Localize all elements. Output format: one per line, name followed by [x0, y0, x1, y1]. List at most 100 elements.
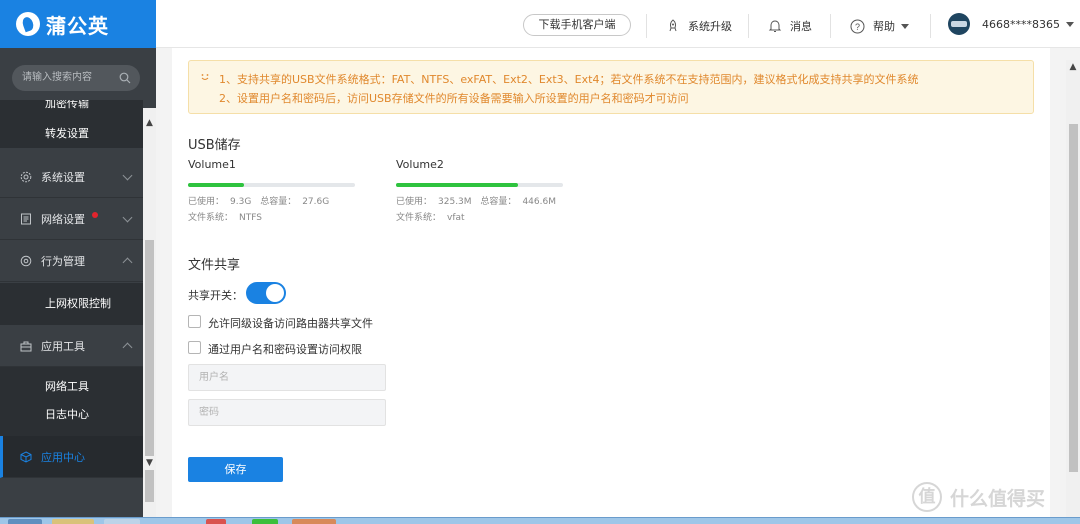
- help-label: 帮助: [873, 20, 895, 33]
- toolbox-icon: [20, 341, 32, 351]
- account-menu[interactable]: 4668****8365: [948, 13, 1074, 35]
- notification-dot: [92, 212, 98, 218]
- share-toggle[interactable]: [246, 282, 286, 304]
- cube-icon: [20, 450, 32, 463]
- chevron-up-icon: [122, 257, 133, 268]
- sidebar: 请输入搜索内容 加密传输 转发设置 系统设置 网络设置 行为管理 上网权限控制 …: [0, 48, 156, 517]
- chevron-down-icon: [122, 170, 133, 181]
- sidebar-item-label: 应用工具: [41, 339, 85, 353]
- svg-text:?: ?: [855, 22, 860, 32]
- messages-label: 消息: [790, 20, 812, 33]
- header-divider: [646, 14, 647, 38]
- help-menu[interactable]: ? 帮助: [850, 17, 909, 35]
- total-label: 总容量：: [480, 197, 517, 207]
- taskbar-app[interactable]: [104, 519, 140, 524]
- sidebar-item-forwarding[interactable]: 转发设置: [0, 120, 143, 148]
- volume-usage-bar: [188, 183, 355, 187]
- chevron-down-icon: [122, 212, 133, 223]
- watermark-text: 什么值得买: [950, 487, 1046, 510]
- gear-icon: [20, 171, 32, 182]
- sidebar-item-label: 转发设置: [45, 127, 89, 140]
- content-scrollbar-thumb[interactable]: [1069, 124, 1078, 472]
- usb-share-panel: 1、支持共享的USB文件系统格式：FAT、NTFS、exFAT、Ext2、Ext…: [172, 48, 1050, 517]
- logo[interactable]: 蒲公英: [0, 0, 156, 48]
- smile-icon: [201, 74, 209, 80]
- bell-icon: [768, 20, 782, 32]
- password-field[interactable]: 密码: [188, 399, 386, 426]
- taskbar-app[interactable]: [292, 519, 336, 524]
- sidebar-item-label: 日志中心: [45, 408, 89, 421]
- fs-label: 文件系统：: [396, 213, 442, 223]
- toggle-knob: [266, 284, 284, 302]
- sidebar-item-label: 系统设置: [41, 170, 85, 184]
- watermark: 值 什么值得买: [912, 482, 1045, 512]
- sidebar-item-app-tools[interactable]: 应用工具: [0, 325, 143, 367]
- sidebar-item-app-center[interactable]: 应用中心: [0, 436, 143, 478]
- sidebar-item-label: 行为管理: [41, 254, 85, 268]
- password-placeholder: 密码: [199, 407, 219, 418]
- password-access-checkbox[interactable]: [188, 341, 201, 354]
- target-icon: [20, 255, 32, 266]
- logo-text: 蒲公英: [46, 13, 109, 38]
- sidebar-item-access-control[interactable]: 上网权限控制: [0, 283, 143, 325]
- download-app-button[interactable]: 下载手机客户端: [523, 14, 631, 36]
- messages-button[interactable]: 消息: [768, 17, 812, 35]
- dandelion-logo-icon: [16, 12, 40, 36]
- sidebar-item-label: 应用中心: [41, 450, 85, 464]
- header-divider: [748, 14, 749, 38]
- top-header: 蒲公英 下载手机客户端 系统升级 消息 ? 帮助 4668****8365: [0, 0, 1080, 48]
- file-share-title: 文件共享: [188, 258, 241, 273]
- volume-usage-text: 已使用： 325.3M 总容量： 446.6M: [396, 194, 562, 207]
- sidebar-item-label: 网络工具: [45, 380, 89, 393]
- sidebar-item-network-tools[interactable]: 网络工具: [0, 373, 143, 401]
- fs-label: 文件系统：: [188, 213, 234, 223]
- scroll-up-icon[interactable]: ▲: [143, 116, 156, 130]
- sidebar-item-encryption[interactable]: 加密传输: [0, 100, 143, 120]
- used-value: 325.3M: [438, 197, 472, 207]
- sidebar-search-input[interactable]: 请输入搜索内容: [12, 65, 140, 91]
- system-upgrade-button[interactable]: 系统升级: [666, 17, 732, 35]
- sidebar-item-network-settings[interactable]: 网络设置: [0, 198, 143, 240]
- total-label: 总容量：: [260, 197, 297, 207]
- used-label: 已使用：: [396, 197, 433, 207]
- os-taskbar: [0, 517, 1080, 524]
- main-content: 1、支持共享的USB文件系统格式：FAT、NTFS、exFAT、Ext2、Ext…: [156, 48, 1080, 517]
- volume-fs-text: 文件系统： NTFS: [188, 210, 268, 223]
- usb-storage-title: USB储存: [188, 138, 241, 153]
- search-icon[interactable]: [119, 72, 131, 84]
- allow-peer-access-label: 允许同级设备访问路由器共享文件: [208, 317, 373, 330]
- sidebar-item-behavior-management[interactable]: 行为管理: [0, 240, 143, 282]
- search-placeholder: 请输入搜索内容: [22, 72, 92, 83]
- start-button[interactable]: [8, 519, 42, 524]
- volume-name: Volume2: [396, 158, 444, 171]
- notice-banner: 1、支持共享的USB文件系统格式：FAT、NTFS、exFAT、Ext2、Ext…: [188, 60, 1034, 114]
- sidebar-item-system-settings[interactable]: 系统设置: [0, 156, 143, 198]
- volume-usage-fill: [396, 183, 518, 187]
- volume-usage-bar: [396, 183, 563, 187]
- document-icon: [21, 213, 31, 224]
- share-toggle-label: 共享开关：: [188, 289, 243, 302]
- account-label: 4668****8365: [982, 17, 1060, 31]
- taskbar-app[interactable]: [52, 519, 94, 524]
- header-divider: [930, 14, 931, 38]
- sidebar-item-label: 加密传输: [45, 100, 89, 110]
- scroll-up-icon[interactable]: ▲: [1066, 60, 1080, 74]
- volume-usage-fill: [188, 183, 245, 187]
- username-field[interactable]: 用户名: [188, 364, 386, 391]
- volume-name: Volume1: [188, 158, 236, 171]
- taskbar-app[interactable]: [252, 519, 278, 524]
- save-button[interactable]: 保存: [188, 457, 283, 482]
- fs-value: vfat: [447, 213, 465, 223]
- chevron-down-icon: [1066, 21, 1074, 27]
- scroll-down-icon[interactable]: ▼: [143, 456, 156, 470]
- system-upgrade-label: 系统升级: [688, 20, 732, 33]
- sidebar-item-log-center[interactable]: 日志中心: [0, 401, 143, 429]
- total-value: 27.6G: [302, 197, 330, 207]
- avatar: [948, 13, 970, 35]
- taskbar-app[interactable]: [206, 519, 226, 524]
- watermark-logo: 值: [912, 482, 942, 512]
- allow-peer-access-checkbox[interactable]: [188, 315, 201, 328]
- used-value: 9.3G: [230, 197, 252, 207]
- rocket-icon: [669, 19, 677, 32]
- help-circle-icon: ?: [850, 19, 865, 33]
